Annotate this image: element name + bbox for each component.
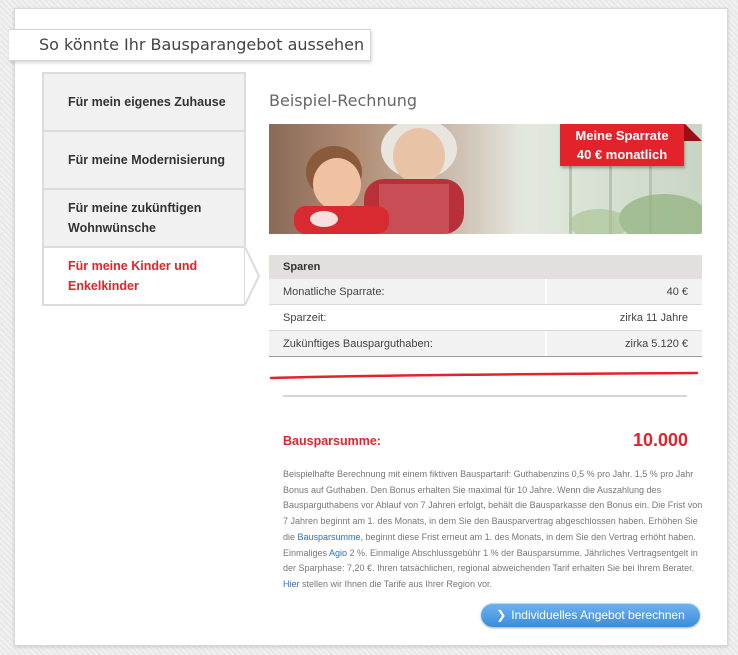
legal-info-text: Beispielhafte Berechnung mit einem fikti… <box>283 467 703 593</box>
row-label: Monatliche Sparrate: <box>269 279 547 304</box>
info-text: stellen wir Ihnen die Tarife aus Ihrer R… <box>299 578 492 589</box>
cta-label: Individuelles Angebot berechnen <box>511 608 685 622</box>
badge-line-2: 40 € monatlich <box>576 147 668 162</box>
nav-item-label: Für meine zukünftigen Wohnwünsche <box>68 201 202 235</box>
page-title: So könnte Ihr Bausparangebot aussehen <box>9 29 371 61</box>
divider <box>283 395 687 397</box>
row-value: 40 € <box>666 286 688 298</box>
section-title: Beispiel-Rechnung <box>269 91 418 110</box>
example-calculation: Beispiel-Rechnung Meine Sparrate 40 € mo… <box>269 91 702 627</box>
bausparsumme-link[interactable]: Bausparsumme <box>298 532 361 542</box>
savings-table: Sparen Monatliche Sparrate: 40 € Sparzei… <box>269 255 702 357</box>
row-label: Sparzeit: <box>269 305 547 330</box>
table-row: Monatliche Sparrate: 40 € <box>269 279 702 305</box>
row-value: zirka 5.120 € <box>625 338 688 350</box>
nav-item-label: Für meine Modernisierung <box>68 153 225 167</box>
red-brush-stroke <box>269 371 699 380</box>
badge-fold <box>684 124 702 141</box>
nav-item-label: Für mein eigenes Zuhause <box>68 95 226 109</box>
sidebar-nav: Für mein eigenes Zuhause Für meine Moder… <box>42 72 261 306</box>
nav-item-kinder-enkelkinder[interactable]: Für meine Kinder und Enkelkinder <box>42 246 261 306</box>
table-row: Sparzeit: zirka 11 Jahre <box>269 305 702 331</box>
nav-item-label: Für meine Kinder und Enkelkinder <box>68 259 198 293</box>
nav-item-wohnwuensche[interactable]: Für meine zukünftigen Wohnwünsche <box>42 188 246 246</box>
calculate-offer-button[interactable]: ❯ Individuelles Angebot berechnen <box>481 603 700 627</box>
badge-line-1: Meine Sparrate <box>575 128 669 143</box>
savings-rate-badge: Meine Sparrate 40 € monatlich <box>560 124 684 166</box>
sum-value: 10.000 <box>632 430 688 450</box>
nav-item-eigenes-zuhause[interactable]: Für mein eigenes Zuhause <box>42 72 246 130</box>
row-value: zirka 11 Jahre <box>619 312 688 324</box>
hier-link[interactable]: Hier <box>283 579 300 589</box>
offer-card: So könnte Ihr Bausparangebot aussehen Fü… <box>9 8 728 646</box>
nav-item-modernisierung[interactable]: Für meine Modernisierung <box>42 130 246 188</box>
active-arrow-icon <box>245 246 261 306</box>
sum-label: Bausparsumme: <box>283 434 381 448</box>
chevron-right-icon: ❯ <box>496 608 507 622</box>
row-label: Zukünftiges Bausparguthaben: <box>269 331 547 356</box>
agio-link[interactable]: Agio <box>329 548 347 558</box>
table-header: Sparen <box>269 255 702 279</box>
table-row: Zukünftiges Bausparguthaben: zirka 5.120… <box>269 331 702 357</box>
family-photo: Meine Sparrate 40 € monatlich <box>269 124 702 234</box>
